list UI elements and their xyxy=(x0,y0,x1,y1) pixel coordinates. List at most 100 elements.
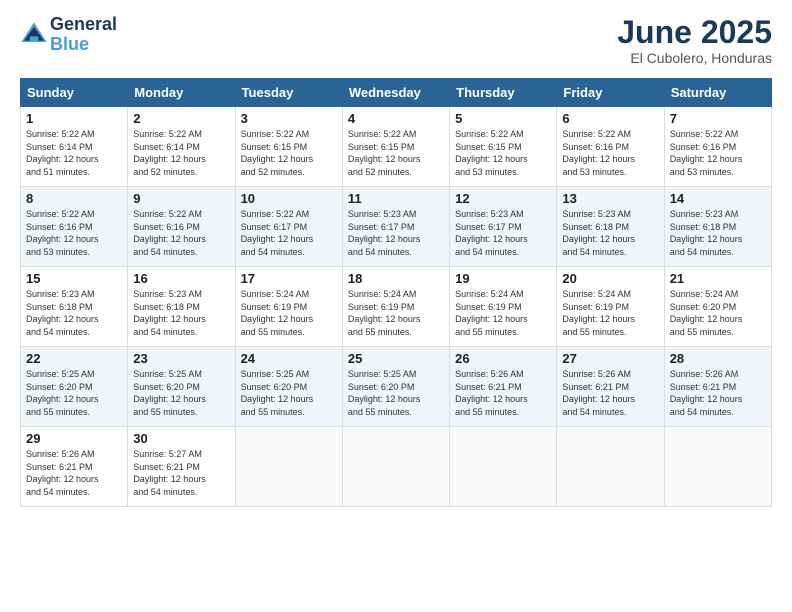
day-number: 22 xyxy=(26,351,122,366)
day-info: Sunrise: 5:26 AM Sunset: 6:21 PM Dayligh… xyxy=(562,368,658,418)
day-number: 13 xyxy=(562,191,658,206)
table-row: 17 Sunrise: 5:24 AM Sunset: 6:19 PM Dayli… xyxy=(235,267,342,347)
day-info: Sunrise: 5:25 AM Sunset: 6:20 PM Dayligh… xyxy=(348,368,444,418)
table-row: 25 Sunrise: 5:25 AM Sunset: 6:20 PM Dayli… xyxy=(342,347,449,427)
day-number: 18 xyxy=(348,271,444,286)
col-saturday: Saturday xyxy=(664,79,771,107)
table-row xyxy=(450,427,557,507)
col-sunday: Sunday xyxy=(21,79,128,107)
day-info: Sunrise: 5:22 AM Sunset: 6:15 PM Dayligh… xyxy=(455,128,551,178)
day-info: Sunrise: 5:24 AM Sunset: 6:20 PM Dayligh… xyxy=(670,288,766,338)
day-number: 7 xyxy=(670,111,766,126)
col-wednesday: Wednesday xyxy=(342,79,449,107)
day-info: Sunrise: 5:24 AM Sunset: 6:19 PM Dayligh… xyxy=(241,288,337,338)
day-number: 8 xyxy=(26,191,122,206)
table-row: 1 Sunrise: 5:22 AM Sunset: 6:14 PM Daylig… xyxy=(21,107,128,187)
day-number: 21 xyxy=(670,271,766,286)
table-row: 10Sunrise: 5:22 AM Sunset: 6:17 PM Dayli… xyxy=(235,187,342,267)
calendar-table: Sunday Monday Tuesday Wednesday Thursday… xyxy=(20,78,772,507)
day-info: Sunrise: 5:24 AM Sunset: 6:19 PM Dayligh… xyxy=(455,288,551,338)
table-row: 4 Sunrise: 5:22 AM Sunset: 6:15 PM Daylig… xyxy=(342,107,449,187)
day-info: Sunrise: 5:27 AM Sunset: 6:21 PM Dayligh… xyxy=(133,448,229,498)
table-row: 19Sunrise: 5:24 AM Sunset: 6:19 PM Dayli… xyxy=(450,267,557,347)
day-number: 28 xyxy=(670,351,766,366)
day-info: Sunrise: 5:23 AM Sunset: 6:18 PM Dayligh… xyxy=(26,288,122,338)
day-info: Sunrise: 5:22 AM Sunset: 6:16 PM Dayligh… xyxy=(133,208,229,258)
day-number: 23 xyxy=(133,351,229,366)
location: El Cubolero, Honduras xyxy=(617,50,772,66)
table-row: 8 Sunrise: 5:22 AM Sunset: 6:16 PM Daylig… xyxy=(21,187,128,267)
day-number: 16 xyxy=(133,271,229,286)
day-number: 14 xyxy=(670,191,766,206)
col-thursday: Thursday xyxy=(450,79,557,107)
table-row xyxy=(342,427,449,507)
day-number: 17 xyxy=(241,271,337,286)
logo-text-blue: Blue xyxy=(50,35,117,55)
table-row xyxy=(664,427,771,507)
table-row: 6Sunrise: 5:22 AM Sunset: 6:16 PM Daylig… xyxy=(557,107,664,187)
calendar-week-row: 29Sunrise: 5:26 AM Sunset: 6:21 PM Dayli… xyxy=(21,427,772,507)
day-info: Sunrise: 5:26 AM Sunset: 6:21 PM Dayligh… xyxy=(670,368,766,418)
table-row: 30 Sunrise: 5:27 AM Sunset: 6:21 PM Dayli… xyxy=(128,427,235,507)
table-row: 12Sunrise: 5:23 AM Sunset: 6:17 PM Dayli… xyxy=(450,187,557,267)
calendar-week-row: 15 Sunrise: 5:23 AM Sunset: 6:18 PM Dayli… xyxy=(21,267,772,347)
day-info: Sunrise: 5:25 AM Sunset: 6:20 PM Dayligh… xyxy=(241,368,337,418)
day-number: 9 xyxy=(133,191,229,206)
page-container: General Blue June 2025 El Cubolero, Hond… xyxy=(0,0,792,517)
day-number: 1 xyxy=(26,111,122,126)
table-row: 20Sunrise: 5:24 AM Sunset: 6:19 PM Dayli… xyxy=(557,267,664,347)
day-number: 12 xyxy=(455,191,551,206)
calendar-week-row: 8 Sunrise: 5:22 AM Sunset: 6:16 PM Daylig… xyxy=(21,187,772,267)
day-number: 2 xyxy=(133,111,229,126)
day-info: Sunrise: 5:26 AM Sunset: 6:21 PM Dayligh… xyxy=(455,368,551,418)
table-row: 24 Sunrise: 5:25 AM Sunset: 6:20 PM Dayli… xyxy=(235,347,342,427)
day-number: 4 xyxy=(348,111,444,126)
day-info: Sunrise: 5:22 AM Sunset: 6:15 PM Dayligh… xyxy=(241,128,337,178)
table-row: 7 Sunrise: 5:22 AM Sunset: 6:16 PM Daylig… xyxy=(664,107,771,187)
month-title: June 2025 xyxy=(617,15,772,50)
day-info: Sunrise: 5:23 AM Sunset: 6:18 PM Dayligh… xyxy=(133,288,229,338)
table-row: 26 Sunrise: 5:26 AM Sunset: 6:21 PM Dayli… xyxy=(450,347,557,427)
day-info: Sunrise: 5:23 AM Sunset: 6:18 PM Dayligh… xyxy=(670,208,766,258)
day-number: 10 xyxy=(241,191,337,206)
day-number: 30 xyxy=(133,431,229,446)
day-number: 29 xyxy=(26,431,122,446)
table-row: 14 Sunrise: 5:23 AM Sunset: 6:18 PM Dayli… xyxy=(664,187,771,267)
table-row: 28 Sunrise: 5:26 AM Sunset: 6:21 PM Dayli… xyxy=(664,347,771,427)
table-row: 15 Sunrise: 5:23 AM Sunset: 6:18 PM Dayli… xyxy=(21,267,128,347)
calendar-week-row: 1 Sunrise: 5:22 AM Sunset: 6:14 PM Daylig… xyxy=(21,107,772,187)
table-row: 22Sunrise: 5:25 AM Sunset: 6:20 PM Dayli… xyxy=(21,347,128,427)
day-number: 3 xyxy=(241,111,337,126)
day-info: Sunrise: 5:23 AM Sunset: 6:18 PM Dayligh… xyxy=(562,208,658,258)
table-row: 9 Sunrise: 5:22 AM Sunset: 6:16 PM Daylig… xyxy=(128,187,235,267)
day-number: 20 xyxy=(562,271,658,286)
day-info: Sunrise: 5:25 AM Sunset: 6:20 PM Dayligh… xyxy=(133,368,229,418)
calendar-header-row: Sunday Monday Tuesday Wednesday Thursday… xyxy=(21,79,772,107)
day-info: Sunrise: 5:22 AM Sunset: 6:14 PM Dayligh… xyxy=(26,128,122,178)
table-row: 18Sunrise: 5:24 AM Sunset: 6:19 PM Dayli… xyxy=(342,267,449,347)
day-info: Sunrise: 5:22 AM Sunset: 6:16 PM Dayligh… xyxy=(670,128,766,178)
day-number: 5 xyxy=(455,111,551,126)
table-row: 23 Sunrise: 5:25 AM Sunset: 6:20 PM Dayli… xyxy=(128,347,235,427)
day-number: 24 xyxy=(241,351,337,366)
day-number: 25 xyxy=(348,351,444,366)
day-info: Sunrise: 5:22 AM Sunset: 6:15 PM Dayligh… xyxy=(348,128,444,178)
logo: General Blue xyxy=(20,15,117,55)
table-row: 27 Sunrise: 5:26 AM Sunset: 6:21 PM Dayli… xyxy=(557,347,664,427)
table-row xyxy=(235,427,342,507)
table-row: 5 Sunrise: 5:22 AM Sunset: 6:15 PM Daylig… xyxy=(450,107,557,187)
table-row: 3 Sunrise: 5:22 AM Sunset: 6:15 PM Daylig… xyxy=(235,107,342,187)
day-number: 27 xyxy=(562,351,658,366)
table-row xyxy=(557,427,664,507)
day-number: 15 xyxy=(26,271,122,286)
table-row: 2 Sunrise: 5:22 AM Sunset: 6:14 PM Daylig… xyxy=(128,107,235,187)
day-info: Sunrise: 5:22 AM Sunset: 6:16 PM Dayligh… xyxy=(26,208,122,258)
day-info: Sunrise: 5:23 AM Sunset: 6:17 PM Dayligh… xyxy=(348,208,444,258)
day-info: Sunrise: 5:22 AM Sunset: 6:14 PM Dayligh… xyxy=(133,128,229,178)
logo-icon xyxy=(20,21,48,49)
title-block: June 2025 El Cubolero, Honduras xyxy=(617,15,772,66)
col-friday: Friday xyxy=(557,79,664,107)
day-number: 11 xyxy=(348,191,444,206)
table-row: 16 Sunrise: 5:23 AM Sunset: 6:18 PM Dayli… xyxy=(128,267,235,347)
day-number: 26 xyxy=(455,351,551,366)
